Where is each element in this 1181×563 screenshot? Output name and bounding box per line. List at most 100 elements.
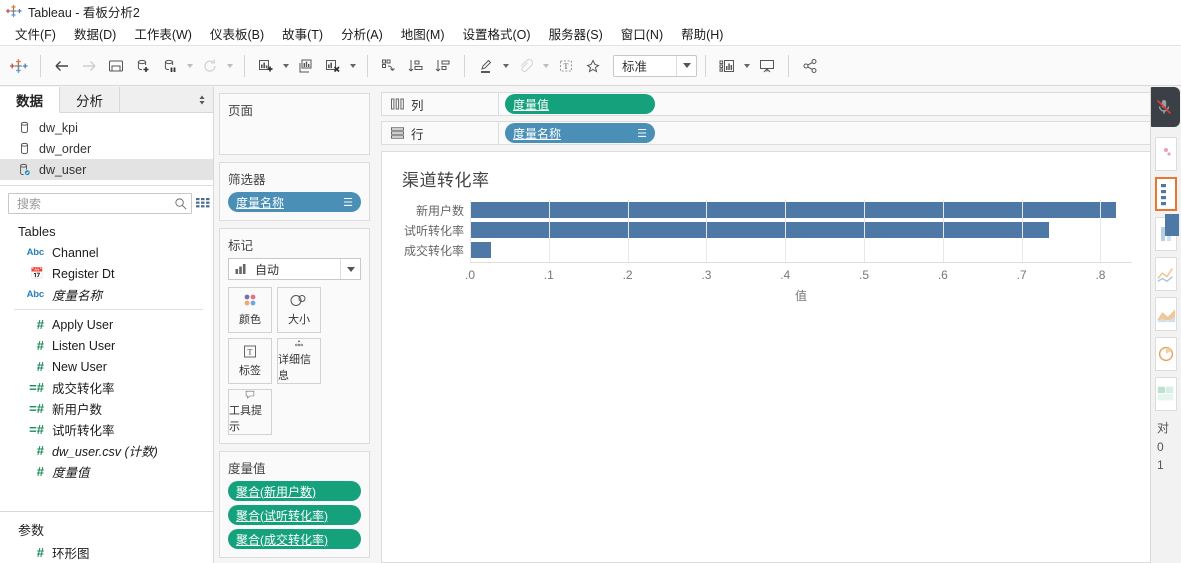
chevron-down-icon[interactable] bbox=[340, 259, 360, 279]
menu-item-format[interactable]: 设置格式(O) bbox=[454, 21, 540, 46]
clear-sheet-button[interactable] bbox=[320, 53, 346, 79]
sort-descending-button[interactable] bbox=[430, 53, 456, 79]
refresh-dropdown[interactable] bbox=[224, 53, 236, 79]
viz-vertical-scrollbar-thumb[interactable] bbox=[1165, 214, 1179, 236]
data-pane-sort-button[interactable] bbox=[191, 87, 213, 112]
field-measure-values[interactable]: # 度量值 bbox=[0, 461, 213, 482]
bar-deal-conversion[interactable] bbox=[470, 242, 492, 258]
sort-ascending-button[interactable] bbox=[403, 53, 429, 79]
row-label[interactable]: 成交转化率 bbox=[382, 240, 470, 260]
field-dw-user-count[interactable]: # dw_user.csv (计数) bbox=[0, 440, 213, 461]
menu-item-map[interactable]: 地图(M) bbox=[392, 21, 454, 46]
marks-tooltip-button[interactable]: 工具提示 bbox=[228, 389, 272, 435]
duplicate-sheet-button[interactable] bbox=[293, 53, 319, 79]
columns-shelf-drop[interactable]: 度量值 bbox=[499, 92, 1175, 116]
menu-item-dashboard[interactable]: 仪表板(B) bbox=[201, 21, 273, 46]
measure-value-pill-deal-rate[interactable]: 聚合(成交转化率) bbox=[228, 529, 361, 549]
chevron-down-icon[interactable] bbox=[676, 55, 696, 76]
sort-icon[interactable]: ☰ bbox=[637, 127, 647, 140]
datasource-dw-user[interactable]: dw_user bbox=[0, 159, 213, 180]
measure-value-pill-new-users[interactable]: 聚合(新用户数) bbox=[228, 481, 361, 501]
fit-dropdown[interactable]: 标准 bbox=[613, 54, 697, 77]
text-table-thumb[interactable] bbox=[1155, 137, 1177, 171]
forward-button[interactable] bbox=[76, 53, 102, 79]
pie-chart-thumb[interactable] bbox=[1155, 337, 1177, 371]
save-button[interactable] bbox=[103, 53, 129, 79]
tab-analytics[interactable]: 分析 bbox=[60, 87, 120, 112]
menu-item-help[interactable]: 帮助(H) bbox=[672, 21, 732, 46]
field-trial-conversion-rate[interactable]: =# 试听转化率 bbox=[0, 419, 213, 440]
fix-axes-button[interactable] bbox=[580, 53, 606, 79]
new-data-source-button[interactable] bbox=[130, 53, 156, 79]
group-members-button[interactable] bbox=[513, 53, 539, 79]
field-listen-user[interactable]: # Listen User bbox=[0, 335, 213, 356]
toolbar-separator bbox=[244, 54, 245, 77]
marks-detail-button[interactable]: 详细信息 bbox=[277, 338, 321, 384]
field-label: Apply User bbox=[52, 317, 114, 332]
menu-item-window[interactable]: 窗口(N) bbox=[612, 21, 672, 46]
presentation-mode-button[interactable] bbox=[754, 53, 780, 79]
swap-rows-columns-button[interactable] bbox=[376, 53, 402, 79]
back-button[interactable] bbox=[49, 53, 75, 79]
new-worksheet-dropdown[interactable] bbox=[280, 53, 292, 79]
marks-color-button[interactable]: 颜色 bbox=[228, 287, 272, 333]
field-deal-conversion-rate[interactable]: =# 成交转化率 bbox=[0, 377, 213, 398]
marks-card: 标记 自动 颜色 大小 T 标签 详细信息 工具提示 bbox=[219, 228, 370, 444]
search-input[interactable] bbox=[15, 195, 174, 212]
datasource-dw-kpi[interactable]: dw_kpi bbox=[0, 117, 213, 138]
field-register-dt[interactable]: 📅 Register Dt bbox=[0, 263, 213, 284]
marks-type-dropdown[interactable]: 自动 bbox=[228, 258, 361, 280]
search-box[interactable] bbox=[8, 193, 192, 214]
show-me-dropdown[interactable] bbox=[741, 53, 753, 79]
horizontal-bar-thumb[interactable] bbox=[1155, 177, 1177, 211]
rows-shelf-drop[interactable]: 度量名称 ☰ bbox=[499, 121, 1175, 145]
marks-label-button[interactable]: T 标签 bbox=[228, 338, 272, 384]
column-pill-measure-values[interactable]: 度量值 bbox=[505, 94, 655, 114]
share-button[interactable] bbox=[797, 53, 823, 79]
treemap-thumb[interactable] bbox=[1155, 377, 1177, 411]
field-channel[interactable]: Abc Channel bbox=[0, 242, 213, 263]
microphone-muted-tooltip[interactable] bbox=[1151, 87, 1180, 127]
bar-trial-conversion[interactable] bbox=[470, 222, 1050, 238]
pause-updates-button[interactable] bbox=[157, 53, 183, 79]
tableau-home-button[interactable] bbox=[6, 53, 32, 79]
show-me-button[interactable] bbox=[714, 53, 740, 79]
highlight-button[interactable] bbox=[473, 53, 499, 79]
number-icon: # bbox=[36, 545, 44, 560]
menu-item-server[interactable]: 服务器(S) bbox=[540, 21, 612, 46]
row-label[interactable]: 新用户数 bbox=[382, 200, 470, 220]
axis-tick: .6 bbox=[937, 268, 948, 282]
menu-item-data[interactable]: 数据(D) bbox=[65, 21, 125, 46]
menu-item-worksheet[interactable]: 工作表(W) bbox=[125, 21, 201, 46]
highlight-dropdown[interactable] bbox=[500, 53, 512, 79]
tab-data[interactable]: 数据 bbox=[0, 87, 60, 113]
datasource-dw-order[interactable]: dw_order bbox=[0, 138, 213, 159]
menu-item-story[interactable]: 故事(T) bbox=[273, 21, 332, 46]
parameter-ring-chart[interactable]: # 环形图 bbox=[0, 542, 213, 563]
clear-sheet-dropdown[interactable] bbox=[347, 53, 359, 79]
measure-value-pill-trial-rate[interactable]: 聚合(试听转化率) bbox=[228, 505, 361, 525]
columns-icon bbox=[391, 98, 404, 110]
field-new-user-count[interactable]: =# 新用户数 bbox=[0, 398, 213, 419]
tooltip-icon bbox=[245, 390, 255, 399]
refresh-button[interactable] bbox=[197, 53, 223, 79]
row-pill-measure-names[interactable]: 度量名称 ☰ bbox=[505, 123, 655, 143]
grid-view-icon[interactable] bbox=[196, 194, 210, 214]
area-chart-thumb[interactable] bbox=[1155, 297, 1177, 331]
menu-item-file[interactable]: 文件(F) bbox=[6, 21, 65, 46]
field-apply-user[interactable]: # Apply User bbox=[0, 314, 213, 335]
field-new-user[interactable]: # New User bbox=[0, 356, 213, 377]
show-mark-labels-button[interactable]: T bbox=[553, 53, 579, 79]
new-worksheet-button[interactable] bbox=[253, 53, 279, 79]
pause-updates-dropdown[interactable] bbox=[184, 53, 196, 79]
line-chart-thumb[interactable] bbox=[1155, 257, 1177, 291]
menu-item-analysis[interactable]: 分析(A) bbox=[332, 21, 392, 46]
marks-size-button[interactable]: 大小 bbox=[277, 287, 321, 333]
cards-column: 页面 筛选器 度量名称 ☰ 标记 自动 颜色 大小 T 标签 详细信息 工具提示… bbox=[214, 87, 375, 563]
group-members-dropdown[interactable] bbox=[540, 53, 552, 79]
field-measure-names[interactable]: Abc 度量名称 bbox=[0, 284, 213, 305]
filter-pill-measure-names[interactable]: 度量名称 ☰ bbox=[228, 192, 361, 212]
bar-new-users[interactable] bbox=[470, 202, 1117, 218]
filter-menu-icon[interactable]: ☰ bbox=[343, 196, 353, 209]
row-label[interactable]: 试听转化率 bbox=[382, 220, 470, 240]
